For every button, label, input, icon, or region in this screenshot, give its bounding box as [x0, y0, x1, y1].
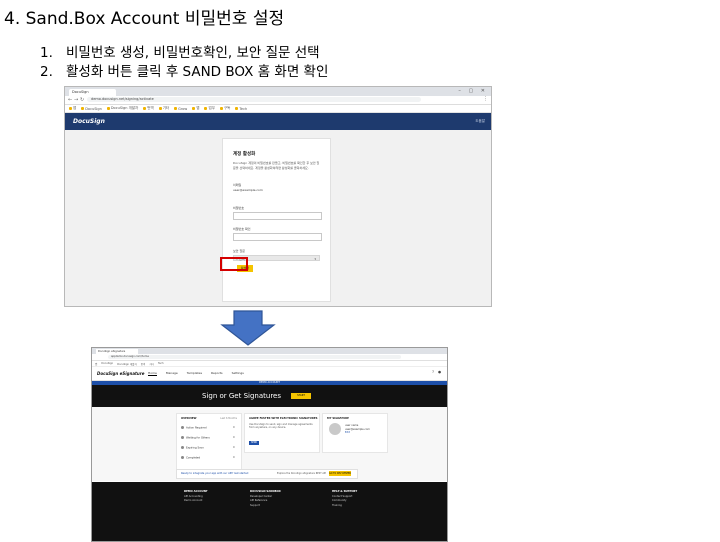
bookmark[interactable]: Tech	[235, 107, 247, 111]
api-promo-strip: Ready to integrate your app with our API…	[176, 469, 358, 479]
footer-column: HELP & SUPPORT Contact Support Community…	[332, 490, 358, 509]
nav-settings[interactable]: Settings	[232, 371, 244, 376]
bookmarks-bar: 앱 DocuSign DocuSign 개발자 번역 기타 Grow 앱 업무 …	[65, 105, 491, 113]
bookmark[interactable]: 앱	[95, 362, 97, 366]
api-promo-text[interactable]: Ready to integrate your app with our API…	[181, 472, 248, 475]
password-label: 비밀번호	[233, 206, 245, 210]
footer-column: DOCUSIGN SANDBOX Developer Center API Re…	[250, 490, 281, 509]
browser-address-bar: ← → ↻ demo.docusign.net/signing/activate…	[65, 96, 491, 105]
help-icon[interactable]: ?	[432, 370, 434, 374]
bookmark[interactable]: 앱	[69, 106, 76, 111]
bookmark[interactable]: Tech	[158, 362, 164, 365]
dev-center-button[interactable]: GO TO DEV CENTER	[329, 471, 351, 476]
footer-column: DEMO ACCOUNT API Accounting Demo Account	[184, 490, 208, 504]
step-number: 2.	[40, 64, 53, 80]
sandbox-home-screenshot: DocuSign eSignature appdemo.docusign.com…	[91, 347, 448, 542]
browser-tab-strip: DocuSign – ▢ ✕	[65, 87, 491, 96]
overview-header: OVERVIEW	[181, 417, 197, 420]
start-button[interactable]: START	[291, 393, 311, 399]
forward-icon[interactable]: →	[74, 97, 78, 103]
email-value: user@example.com	[233, 188, 263, 192]
footer-link[interactable]: Support	[250, 504, 281, 509]
reload-icon[interactable]: ↻	[80, 97, 84, 103]
avatar	[329, 423, 341, 435]
password-field[interactable]	[233, 212, 322, 220]
overview-row[interactable]: Expiring Soon 0	[181, 446, 239, 450]
step-number: 1.	[40, 45, 53, 61]
account-activation-screenshot: DocuSign – ▢ ✕ ← → ↻ demo.docusign.net/s…	[64, 86, 492, 307]
step-1: 1. 비밀번호 생성, 비밀번호확인, 보안 질문 선택	[40, 41, 320, 61]
nav-reports[interactable]: Reports	[211, 371, 223, 376]
bookmark[interactable]: 앱	[192, 106, 199, 111]
bookmark[interactable]: 구독	[219, 106, 230, 111]
card-description: DocuSign 계정의 비밀번호를 만들고, 비밀번호를 확인한 후 보안 질…	[233, 161, 320, 170]
activate-button-highlight	[220, 257, 248, 271]
bookmark[interactable]: 번역	[143, 106, 154, 111]
overview-row[interactable]: Completed 0	[181, 456, 239, 460]
agreements-text: Use DocuSign to send, sign and manage ag…	[249, 423, 313, 430]
window-controls[interactable]: – ▢ ✕	[458, 88, 488, 94]
docusign-esignature-logo[interactable]: DocuSign eSignature	[97, 371, 144, 376]
bookmark[interactable]: Grow	[174, 107, 187, 111]
bookmark[interactable]: DocuSign	[81, 107, 102, 111]
docusign-logo[interactable]: DocuSign	[73, 118, 105, 125]
docusign-header: DocuSign 도움말	[65, 113, 491, 130]
bookmark[interactable]: 업무	[204, 106, 215, 111]
hero-section: Sign or Get Signatures START	[92, 385, 447, 407]
chevron-down-icon: ▾	[314, 257, 316, 261]
agreements-panel: AGREE FASTER WITH ELECTRONIC SIGNATURES …	[244, 413, 320, 453]
help-link[interactable]: 도움말	[475, 119, 485, 124]
step-text: 활성화 버튼 클릭 후 SAND BOX 홈 화면 확인	[66, 64, 329, 80]
browser-tab[interactable]: DocuSign	[69, 89, 116, 96]
card-title: 계정 활성화	[233, 152, 256, 157]
agreements-header: AGREE FASTER WITH ELECTRONIC SIGNATURES	[249, 417, 318, 420]
bookmark[interactable]: 기타	[149, 362, 154, 366]
browser-menu-icon[interactable]: ⋮	[483, 96, 488, 102]
arrow-down-icon	[220, 310, 276, 346]
overview-row[interactable]: Waiting for Others 0	[181, 436, 239, 440]
footer: DEMO ACCOUNT API Accounting Demo Account…	[92, 482, 447, 541]
back-icon[interactable]: ←	[68, 97, 72, 103]
overview-row[interactable]: Action Required 0	[181, 426, 239, 430]
overview-range[interactable]: Last 6 Months	[220, 417, 237, 420]
edit-signature-link[interactable]: Edit	[345, 431, 370, 435]
activation-card: 계정 활성화 DocuSign 계정의 비밀번호를 만들고, 비밀번호를 확인한…	[222, 138, 331, 302]
url-field[interactable]: appdemo.docusign.com/home	[108, 355, 401, 359]
nav-home[interactable]: Home	[148, 371, 157, 376]
bookmark[interactable]: DocuSign 개발자	[117, 362, 137, 366]
nav-templates[interactable]: Templates	[187, 371, 202, 376]
footer-link[interactable]: Training	[332, 504, 357, 509]
signature-panel: MY SIGNATURE user name user@example.com …	[322, 413, 388, 453]
send-button[interactable]: SEND	[249, 441, 259, 445]
avatar[interactable]: ●	[438, 370, 441, 374]
url-field[interactable]: demo.docusign.net/signing/activate	[87, 97, 421, 102]
api-promo-subtext: Explore the DocuSign eSignature REST API	[277, 472, 326, 475]
bookmark[interactable]: 기타	[158, 106, 169, 111]
signature-header: MY SIGNATURE	[327, 417, 349, 420]
browser-address-bar: appdemo.docusign.com/home	[92, 354, 447, 361]
step-text: 비밀번호 생성, 비밀번호확인, 보안 질문 선택	[66, 45, 320, 61]
hero-text: Sign or Get Signatures	[202, 392, 281, 400]
bookmark[interactable]: DocuSign	[101, 362, 113, 365]
footer-link[interactable]: Demo Account	[184, 499, 208, 504]
app-nav: DocuSign eSignature Home Manage Template…	[92, 367, 447, 381]
slide-title: 4. Sand.Box Account 비밀번호 설정	[4, 9, 285, 29]
confirm-password-field[interactable]	[233, 233, 322, 241]
overview-panel: OVERVIEW Last 6 Months Action Required 0 …	[176, 413, 242, 473]
email-label: 이메일	[233, 183, 242, 187]
security-question-label: 보안 질문	[233, 249, 245, 253]
bookmark[interactable]: 번역	[141, 362, 146, 366]
step-2: 2. 활성화 버튼 클릭 후 SAND BOX 홈 화면 확인	[40, 60, 328, 80]
confirm-password-label: 비밀번호 확인	[233, 227, 251, 231]
user-info: user name user@example.com Edit	[345, 424, 370, 435]
nav-manage[interactable]: Manage	[166, 371, 178, 376]
bookmark[interactable]: DocuSign 개발자	[106, 106, 138, 111]
